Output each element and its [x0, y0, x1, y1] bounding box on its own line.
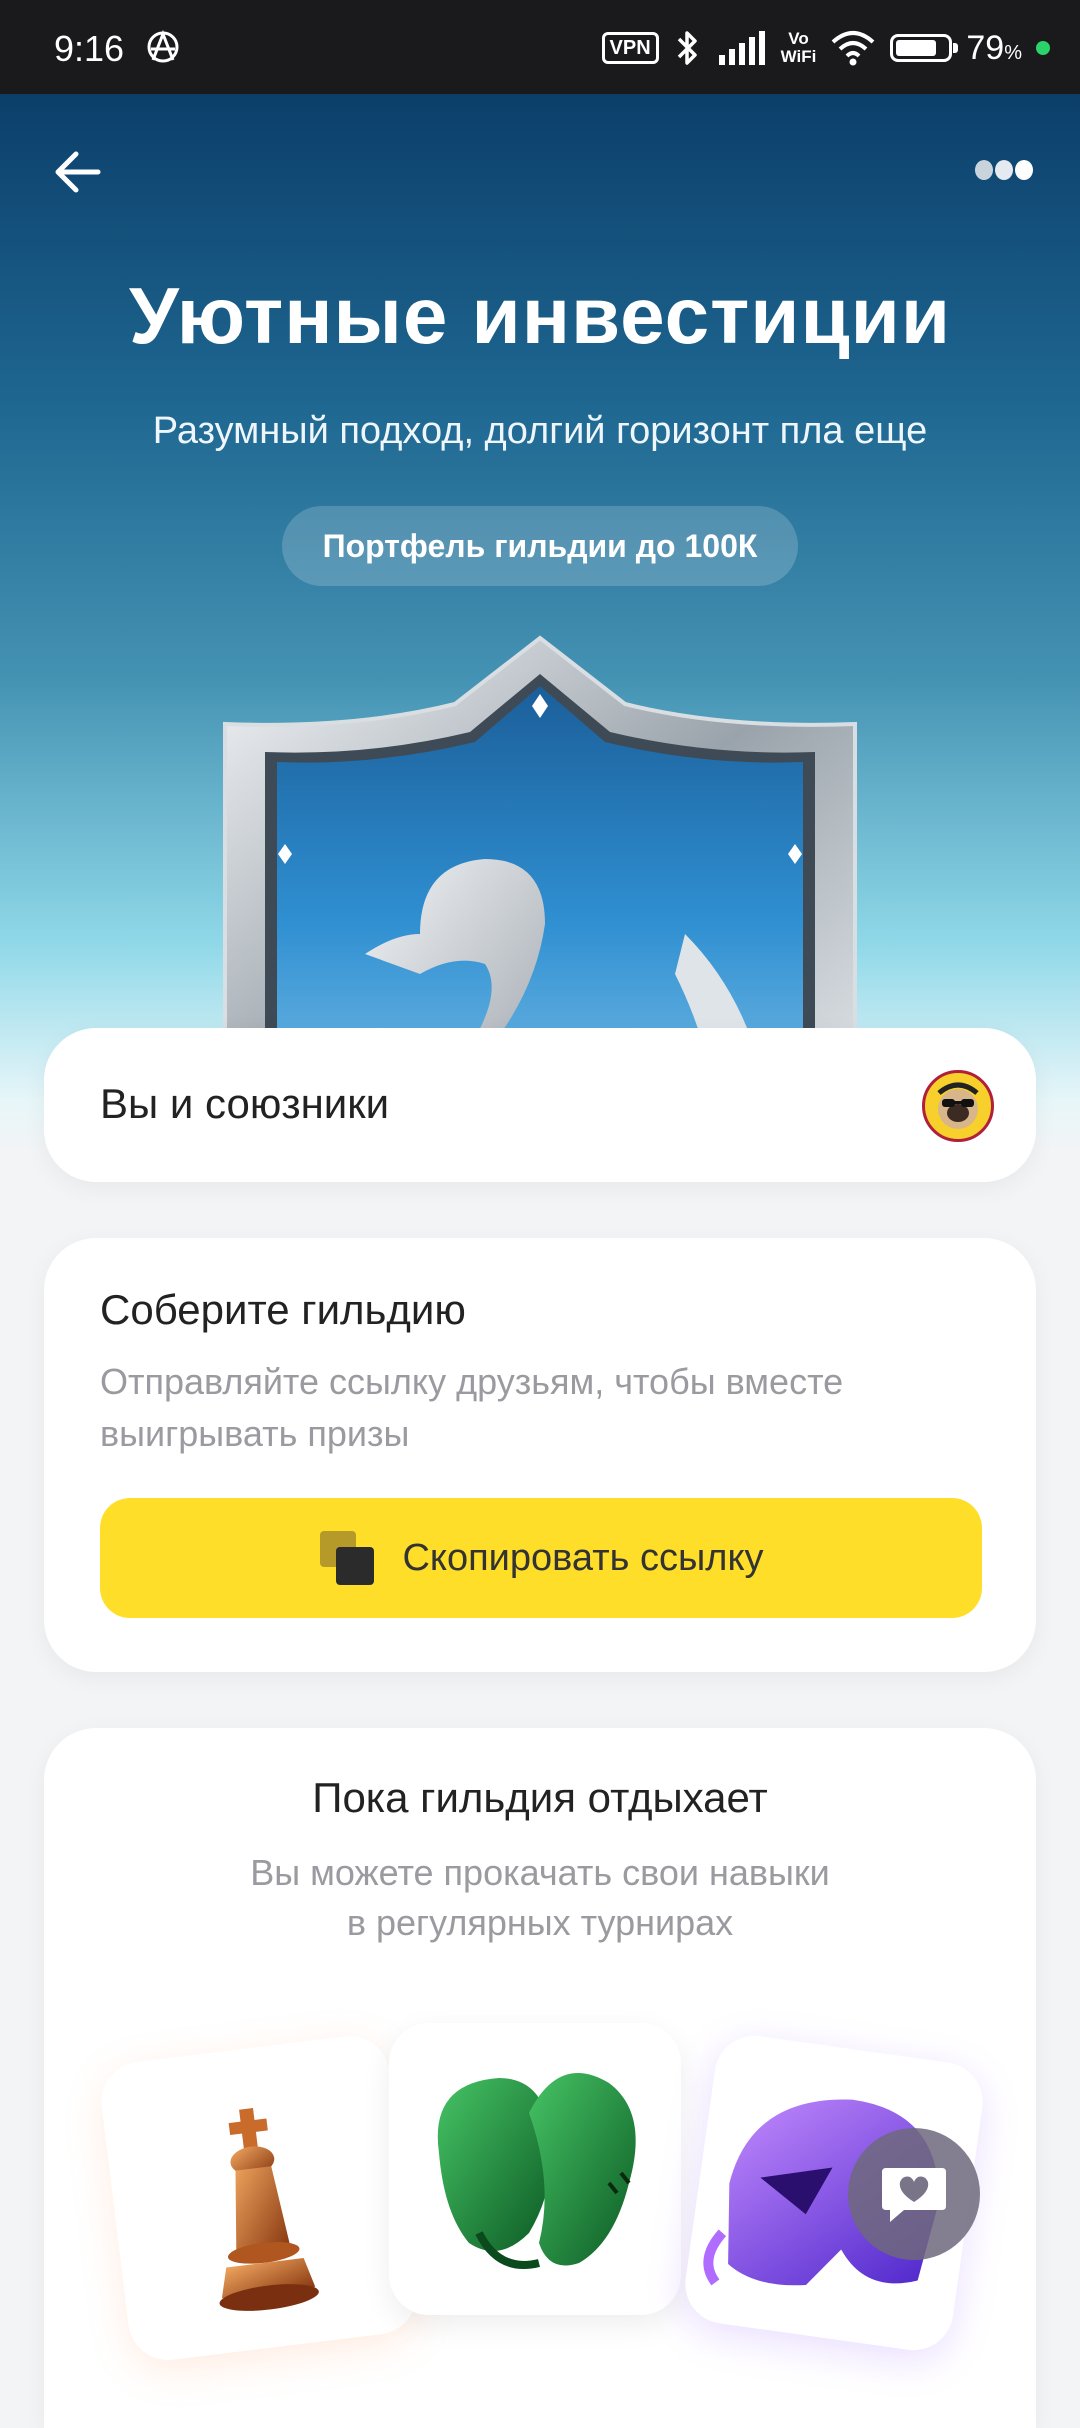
- tournaments-description-line2: в регулярных турнирах: [346, 1902, 734, 1943]
- vpn-badge: VPN: [601, 32, 659, 64]
- status-time: 9:16: [54, 28, 125, 69]
- copy-icon: [320, 1531, 375, 1585]
- wifi-icon: [832, 31, 875, 66]
- chat-heart-icon: [882, 2168, 946, 2222]
- portfolio-chip: Портфель гильдии до 100К: [282, 506, 798, 586]
- status-bar: 9:16 VPN Vo WiFi 79%: [0, 0, 1080, 94]
- tournaments-description: Вы можете прокачать свои навыки в регуля…: [44, 1848, 1036, 1948]
- allies-label: Вы и союзники: [100, 1080, 390, 1127]
- boxing-gloves-icon: [437, 2073, 636, 2269]
- tournaments-card: Пока гильдия отдыхает Вы можете прокачат…: [44, 1728, 1036, 2428]
- more-dots-icon[interactable]: [972, 152, 1036, 188]
- vowifi-bottom: WiFi: [780, 47, 817, 66]
- vowifi-top: Vo: [788, 29, 809, 48]
- battery-fill: [896, 40, 936, 56]
- avatar[interactable]: [922, 1070, 994, 1142]
- tournament-tile-chess[interactable]: [96, 2031, 422, 2365]
- page-subtitle: Разумный подход, долгий горизонт пла еще: [152, 410, 928, 452]
- online-dot: [1036, 41, 1050, 55]
- allies-card[interactable]: Вы и союзники: [44, 1028, 1036, 1182]
- battery-percent: 79%: [966, 28, 1022, 67]
- chat-button[interactable]: [848, 2128, 980, 2260]
- guild-description: Отправляйте ссылку друзьям, чтобы вместе…: [100, 1361, 844, 1454]
- vowifi-indicator: Vo WiFi: [781, 30, 817, 66]
- status-icons: VPN Vo WiFi 79%: [601, 26, 1050, 70]
- page-title: Уютные инвестиции: [128, 271, 952, 360]
- tournaments-title: Пока гильдия отдыхает: [312, 1774, 768, 1821]
- battery-icon: [890, 34, 959, 62]
- copy-link-button[interactable]: Скопировать ссылку: [100, 1498, 982, 1618]
- anarchy-icon: [147, 30, 179, 63]
- guild-title: Соберите гильдию: [100, 1286, 466, 1333]
- hero-section: Уютные инвестиции Разумный подход, долги…: [0, 94, 1080, 1154]
- tournament-tile-boxing[interactable]: [389, 2023, 681, 2315]
- bluetooth-icon: [677, 31, 697, 65]
- pug-avatar-icon: [937, 1082, 979, 1129]
- chess-king-icon: [219, 2108, 319, 2311]
- guild-card: Соберите гильдию Отправляйте ссылку друз…: [44, 1238, 1036, 1672]
- tournaments-description-line1: Вы можете прокачать свои навыки: [250, 1852, 830, 1893]
- back-arrow-icon[interactable]: [50, 144, 106, 200]
- copy-link-label: Скопировать ссылку: [402, 1536, 764, 1579]
- signal-icon: [718, 31, 765, 65]
